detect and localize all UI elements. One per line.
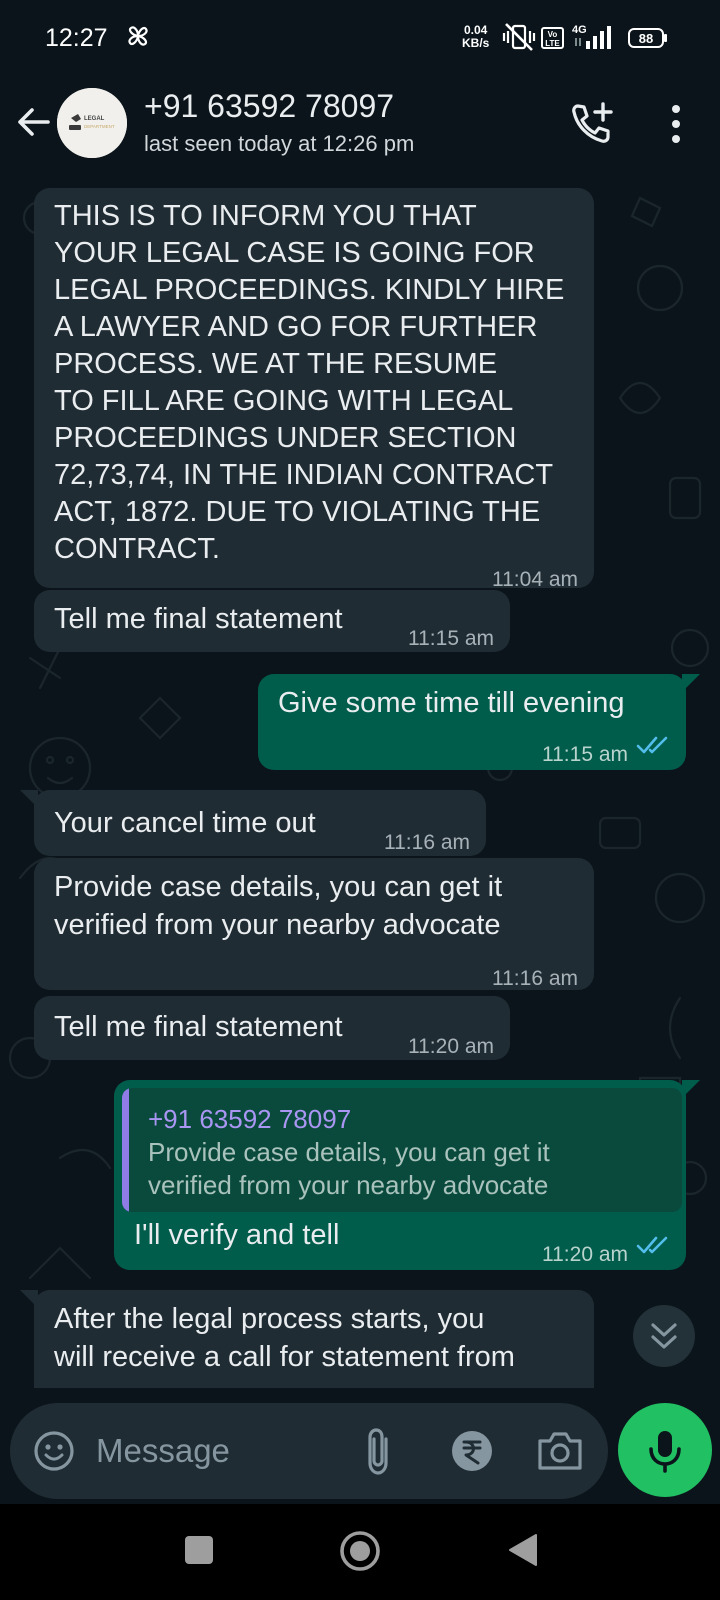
- mic-icon: [649, 1431, 681, 1473]
- message-text: Give some time till evening: [278, 687, 625, 719]
- volte-line1: Vo: [547, 30, 558, 39]
- message-composer: [10, 1403, 608, 1499]
- rupee-icon[interactable]: [450, 1429, 494, 1473]
- message-text: THIS IS TO INFORM YOU THAT YOUR LEGAL CA…: [54, 198, 584, 568]
- message-line: 72,73,74, IN THE INDIAN CONTRACT: [54, 459, 554, 491]
- quoted-text: Provide case details, you can get it ver…: [148, 1136, 668, 1202]
- message-time: 11:15 am: [542, 743, 628, 766]
- network-type: 4G: [572, 24, 587, 36]
- signal-icon: 4G: [572, 24, 611, 49]
- message-input[interactable]: [96, 1423, 346, 1479]
- message-text: After the legal process starts, you will…: [54, 1300, 584, 1376]
- network-speed-unit: KB/s: [462, 36, 490, 50]
- battery-icon: 88: [628, 28, 667, 48]
- message-line: TO FILL ARE GOING WITH LEGAL: [54, 385, 514, 417]
- system-navigation-bar: [0, 1504, 720, 1600]
- message-text: I'll verify and tell: [134, 1219, 340, 1251]
- legal-department-logo: LEGAL DEPARTMENT: [57, 88, 127, 158]
- battery-level: 88: [639, 31, 653, 46]
- scroll-to-bottom-button[interactable]: [633, 1305, 695, 1367]
- battery-indicator: 88: [628, 27, 668, 49]
- back-triangle-icon[interactable]: [506, 1532, 540, 1568]
- message-text: Provide case details, you can get it ver…: [54, 868, 584, 944]
- message-incoming[interactable]: Your cancel time out 11:16 am: [34, 790, 486, 856]
- read-receipt-icon: [636, 1236, 668, 1254]
- message-text: Tell me final statement: [54, 603, 343, 635]
- message-line: After the legal process starts, you: [54, 1303, 485, 1335]
- camera-icon[interactable]: [536, 1429, 584, 1473]
- message-line: Provide case details, you can get it: [54, 871, 503, 903]
- message-incoming[interactable]: After the legal process starts, you will…: [34, 1290, 594, 1388]
- message-line: YOUR LEGAL CASE IS GOING FOR: [54, 237, 535, 269]
- message-list[interactable]: THIS IS TO INFORM YOU THAT YOUR LEGAL CA…: [0, 178, 720, 1388]
- volte-line2: LTE: [545, 39, 560, 48]
- message-line: A LAWYER AND GO FOR FURTHER: [54, 311, 538, 343]
- status-bar: 12:27 0.04 KB/s Vo LTE 4G 88: [0, 0, 720, 78]
- read-receipt-icon: [636, 736, 668, 754]
- more-options-icon[interactable]: [660, 100, 692, 148]
- message-line: will receive a call for statement from: [54, 1341, 515, 1373]
- message-time: 11:15 am: [408, 627, 494, 650]
- recents-square-icon[interactable]: [183, 1534, 215, 1566]
- status-time: 12:27: [45, 24, 108, 52]
- avatar-line1: LEGAL: [84, 116, 105, 122]
- message-incoming[interactable]: THIS IS TO INFORM YOU THAT YOUR LEGAL CA…: [34, 188, 594, 591]
- paperclip-icon[interactable]: [356, 1425, 400, 1477]
- back-arrow-icon[interactable]: [14, 102, 54, 142]
- message-line: PROCEEDINGS UNDER SECTION: [54, 422, 517, 454]
- vibrate-mute-icon: [502, 23, 536, 51]
- chat-header: LEGAL DEPARTMENT +91 63592 78097 last se…: [0, 78, 720, 178]
- contact-avatar[interactable]: LEGAL DEPARTMENT: [57, 88, 127, 158]
- whatsapp-chat-screen: 12:27 0.04 KB/s Vo LTE 4G 88 LEGAL DEPAR…: [0, 0, 720, 1600]
- pinwheel-icon: [128, 26, 148, 46]
- message-outgoing-reply[interactable]: +91 63592 78097 Provide case details, yo…: [114, 1080, 686, 1270]
- message-line: PROCESS. WE AT THE RESUME: [54, 348, 498, 380]
- message-line: ACT, 1872. DUE TO VIOLATING THE: [54, 496, 541, 528]
- add-call-icon[interactable]: [568, 100, 616, 148]
- last-seen-status[interactable]: last seen today at 12:26 pm: [144, 131, 414, 157]
- volte-badge: Vo LTE: [541, 27, 564, 49]
- message-incoming[interactable]: Provide case details, you can get it ver…: [34, 858, 594, 990]
- network-speed: 0.04 KB/s: [462, 24, 489, 50]
- message-line: verified from your nearby advocate: [54, 909, 501, 941]
- message-line: THIS IS TO INFORM YOU THAT: [54, 200, 477, 232]
- quoted-sender: +91 63592 78097: [148, 1104, 352, 1134]
- avatar-line2: DEPARTMENT: [84, 124, 115, 129]
- quoted-line: Provide case details, you can get it: [148, 1137, 550, 1167]
- quoted-message[interactable]: +91 63592 78097 Provide case details, yo…: [122, 1088, 682, 1212]
- quoted-line: verified from your nearby advocate: [148, 1170, 549, 1200]
- message-time: 11:16 am: [384, 831, 470, 854]
- voice-message-button[interactable]: [618, 1403, 712, 1497]
- message-outgoing[interactable]: Give some time till evening 11:15 am: [258, 674, 686, 770]
- message-time: 11:16 am: [492, 967, 578, 990]
- emoji-icon[interactable]: [32, 1429, 76, 1473]
- message-text: Your cancel time out: [54, 807, 316, 839]
- contact-name[interactable]: +91 63592 78097: [144, 88, 394, 125]
- message-time: 11:20 am: [408, 1035, 494, 1058]
- double-chevron-down-icon: [651, 1323, 677, 1349]
- message-time: 11:20 am: [542, 1243, 628, 1266]
- quote-accent-bar: [122, 1088, 129, 1212]
- message-incoming[interactable]: Tell me final statement 11:15 am: [34, 590, 510, 652]
- home-circle-icon[interactable]: [339, 1530, 381, 1572]
- message-text: Tell me final statement: [54, 1011, 343, 1043]
- message-incoming[interactable]: Tell me final statement 11:20 am: [34, 996, 510, 1060]
- message-line: LEGAL PROCEEDINGS. KINDLY HIRE: [54, 274, 565, 306]
